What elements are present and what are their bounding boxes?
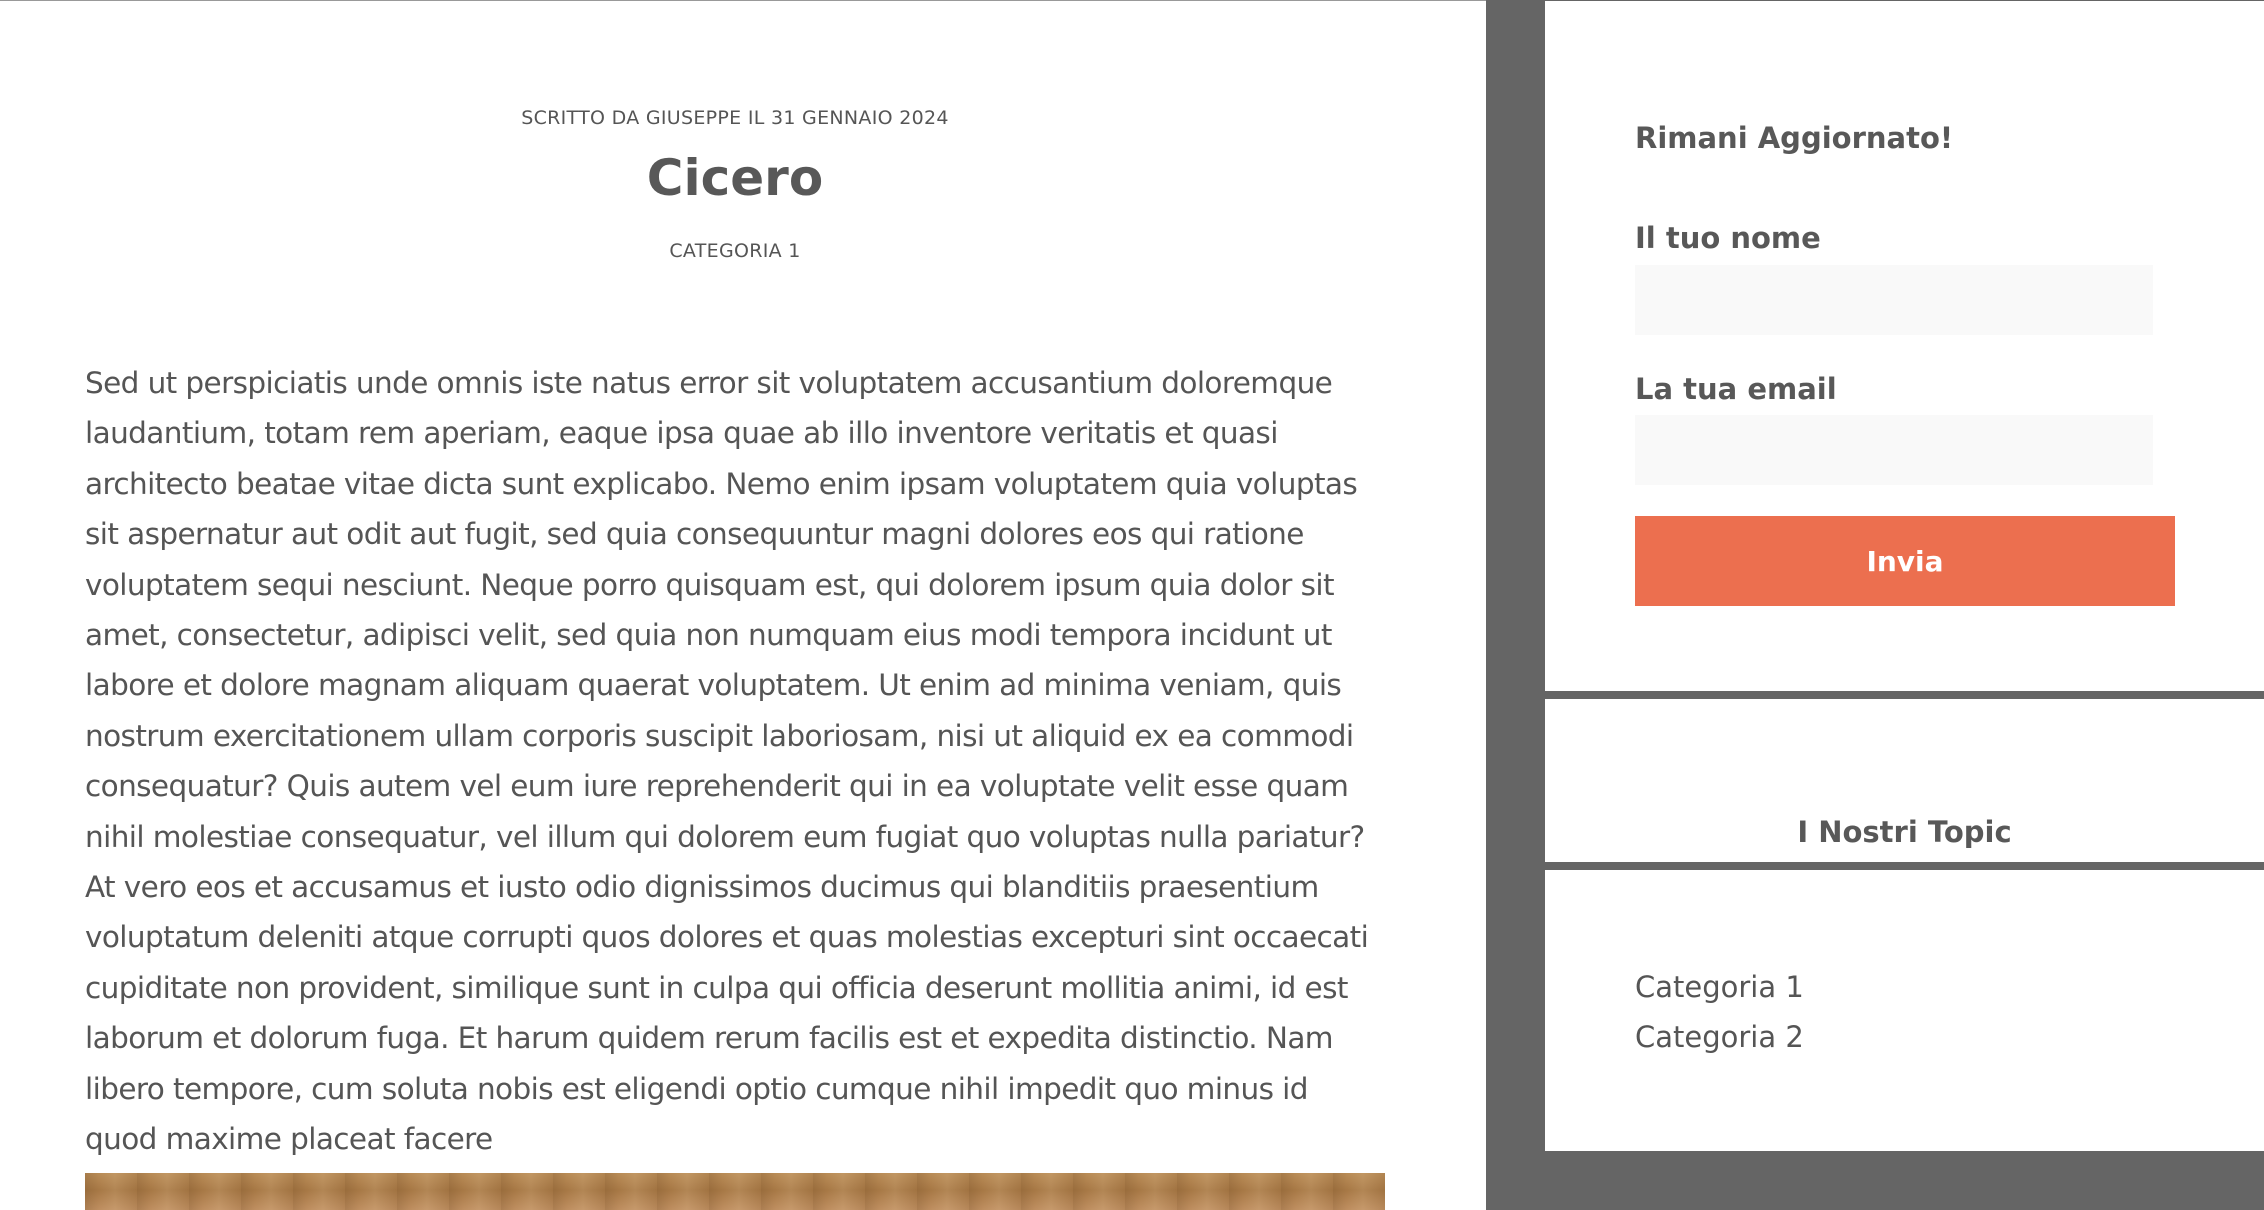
article: SCRITTO DA GIUSEPPE IL 31 GENNAIO 2024 C… [0,1,1486,1210]
topics-heading: I Nostri Topic [1797,815,2012,849]
name-field-label: Il tuo nome [1635,221,1821,255]
topics-heading-widget: I Nostri Topic [1545,699,2264,862]
topic-link-categoria-2[interactable]: Categoria 2 [1635,1012,1804,1062]
post-meta: SCRITTO DA GIUSEPPE IL 31 GENNAIO 2024 [521,107,949,129]
topics-list-widget: Categoria 1 Categoria 2 [1545,870,2264,1151]
email-field[interactable] [1635,415,2153,485]
email-field-label: La tua email [1635,372,1837,406]
post-body: Sed ut perspiciatis unde omnis iste natu… [85,366,1369,1157]
name-field[interactable] [1635,265,2153,335]
page: SCRITTO DA GIUSEPPE IL 31 GENNAIO 2024 C… [0,0,2264,1210]
post-image [85,1173,1385,1210]
topic-list: Categoria 1 Categoria 2 [1635,962,1804,1062]
newsletter-heading: Rimani Aggiornato! [1635,121,1954,155]
topic-link-categoria-1[interactable]: Categoria 1 [1635,962,1804,1012]
post-title: Cicero [646,149,824,207]
submit-button[interactable]: Invia [1635,516,2175,606]
post-category[interactable]: CATEGORIA 1 [0,240,1470,262]
wood-texture [85,1173,1385,1210]
newsletter-widget: Rimani Aggiornato! Il tuo nome La tua em… [1545,1,2264,691]
